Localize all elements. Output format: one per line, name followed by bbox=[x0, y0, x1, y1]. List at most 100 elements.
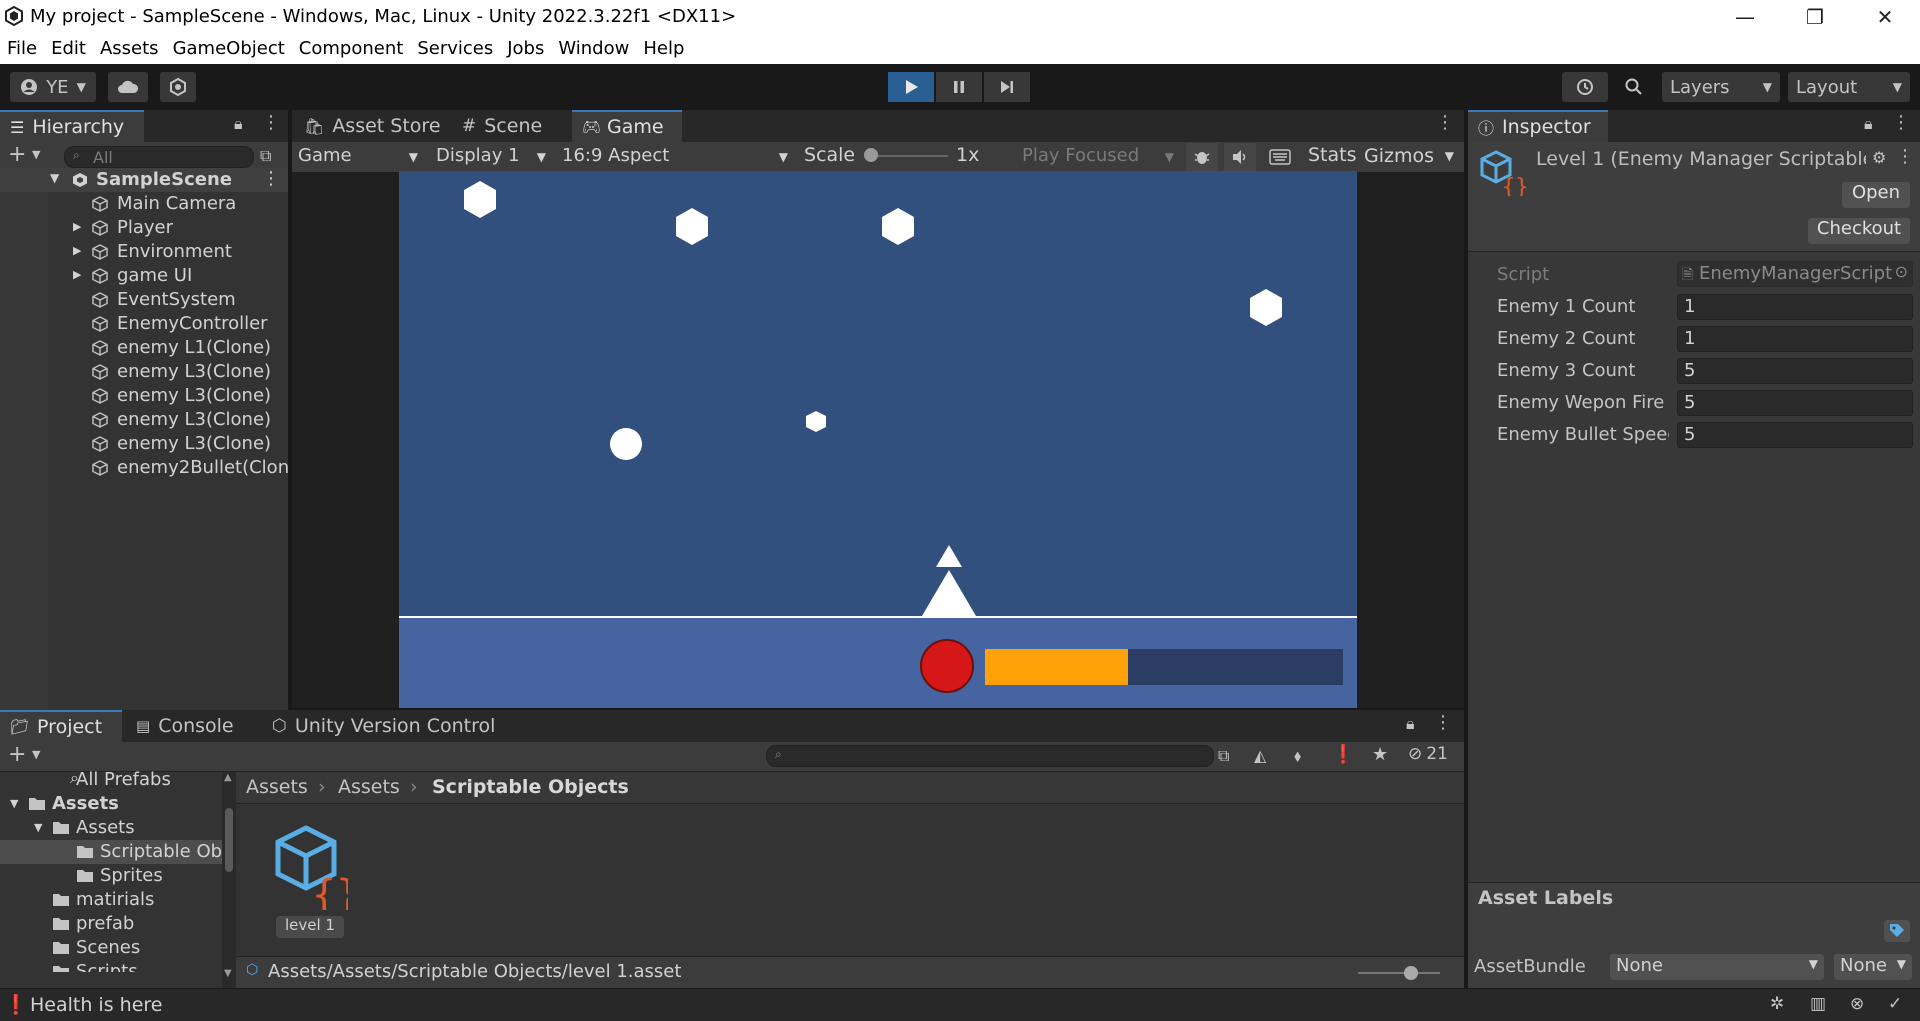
menu-assets[interactable]: Assets bbox=[93, 34, 166, 64]
tab-scene[interactable]: # Scene bbox=[452, 110, 552, 142]
hierarchy-item[interactable]: enemy L3(Clone) bbox=[0, 432, 288, 456]
close-button[interactable]: ✕ bbox=[1850, 0, 1920, 34]
check-circle-icon[interactable]: ✓ bbox=[1888, 994, 1902, 1014]
lock-icon[interactable]: 🔒︎ bbox=[1864, 114, 1873, 134]
tab-game[interactable]: 🎮︎ Game bbox=[572, 110, 682, 142]
more-options-icon[interactable]: ⋮ bbox=[262, 112, 280, 133]
cloud-button[interactable] bbox=[108, 72, 148, 102]
aspect-dropdown[interactable]: 16:9 Aspect ▼ bbox=[556, 142, 794, 172]
lock-icon[interactable]: 🔒︎ bbox=[234, 114, 243, 134]
project-folder-item[interactable]: ⌕ All Prefabs bbox=[0, 768, 222, 792]
debug-mode-icon[interactable]: ✲ bbox=[1770, 994, 1784, 1014]
scale-slider-handle[interactable] bbox=[864, 148, 878, 162]
cache-server-icon[interactable]: ▥ bbox=[1810, 994, 1826, 1014]
layout-dropdown[interactable]: Layout ▼ bbox=[1788, 72, 1910, 102]
more-options-icon[interactable]: ⋮ bbox=[262, 168, 280, 189]
icon-size-slider-handle[interactable] bbox=[1404, 966, 1418, 980]
asset-item[interactable]: {} level 1 bbox=[272, 822, 360, 938]
more-options-icon[interactable]: ⋮ bbox=[1892, 112, 1910, 133]
hierarchy-item[interactable]: ▶ Player bbox=[0, 216, 288, 240]
chevron-down-icon[interactable]: ▼ bbox=[32, 148, 40, 161]
tab-asset-store[interactable]: 🛍︎ Asset Store bbox=[294, 110, 451, 142]
menu-file[interactable]: File bbox=[0, 34, 44, 64]
scene-row[interactable]: ▼ SampleScene ⋮ bbox=[0, 168, 288, 192]
restore-button[interactable]: ❐ bbox=[1780, 0, 1850, 34]
menu-edit[interactable]: Edit bbox=[44, 34, 93, 64]
project-folder-item[interactable]: ▼ Assets bbox=[0, 792, 222, 816]
field-input[interactable]: 1 bbox=[1677, 294, 1913, 320]
tree-scrollbar[interactable]: ▲ ▼ bbox=[222, 772, 236, 988]
tab-version-control[interactable]: ⬡ Unity Version Control bbox=[262, 710, 505, 742]
hierarchy-item[interactable]: ▶ game UI bbox=[0, 264, 288, 288]
play-mode-dropdown[interactable]: Play Focused ▼ bbox=[1016, 142, 1180, 172]
field-input[interactable]: 5 bbox=[1677, 358, 1913, 384]
breadcrumb-item[interactable]: Assets bbox=[246, 776, 308, 798]
warning-filter-icon[interactable]: ❗ bbox=[1332, 744, 1354, 765]
gizmos-dropdown[interactable]: Gizmos ▼ bbox=[1358, 142, 1458, 172]
hierarchy-item[interactable]: enemy L1(Clone) bbox=[0, 336, 288, 360]
icon-size-slider[interactable] bbox=[1358, 972, 1440, 974]
status-message[interactable]: Health is here bbox=[30, 994, 162, 1016]
settings-sliders-icon[interactable]: ⚙︎ bbox=[1872, 148, 1886, 167]
stats-button[interactable]: Stats bbox=[1308, 144, 1357, 166]
chevron-right-icon[interactable]: ▶ bbox=[73, 268, 81, 281]
filter-label-icon[interactable]: ⬧ bbox=[1294, 746, 1301, 766]
breadcrumb-item[interactable]: Assets bbox=[338, 776, 400, 798]
play-button[interactable] bbox=[888, 72, 934, 102]
step-button[interactable] bbox=[984, 72, 1030, 102]
account-button[interactable]: YE ▼ bbox=[10, 72, 96, 102]
tab-console[interactable]: ▤ Console bbox=[126, 710, 244, 742]
tab-hierarchy[interactable]: ☰ Hierarchy bbox=[0, 110, 144, 142]
chevron-right-icon[interactable]: ▶ bbox=[73, 244, 81, 257]
tab-project[interactable]: 📁︎ Project bbox=[0, 710, 122, 742]
chevron-down-icon[interactable]: ▼ bbox=[10, 797, 18, 810]
more-options-icon[interactable]: ⋮ bbox=[1434, 712, 1452, 733]
more-options-icon[interactable]: ⋮ bbox=[1436, 112, 1454, 133]
hierarchy-item[interactable]: enemy L3(Clone) bbox=[0, 360, 288, 384]
mute-audio-button[interactable] bbox=[1224, 143, 1256, 171]
chevron-down-icon[interactable]: ▼ bbox=[34, 821, 42, 834]
debug-button[interactable] bbox=[1186, 143, 1218, 171]
open-button[interactable]: Open bbox=[1842, 182, 1910, 208]
assetbundle-variant-dropdown[interactable]: None ▼ bbox=[1834, 954, 1912, 980]
menu-help[interactable]: Help bbox=[636, 34, 691, 64]
tree-scrollbar-thumb[interactable] bbox=[225, 808, 233, 872]
filter-type-icon[interactable]: ◭ bbox=[1254, 746, 1266, 765]
hierarchy-item[interactable]: Main Camera bbox=[0, 192, 288, 216]
hierarchy-item[interactable]: enemy L3(Clone) bbox=[0, 384, 288, 408]
add-icon[interactable]: + bbox=[8, 142, 26, 167]
menu-jobs[interactable]: Jobs bbox=[500, 34, 551, 64]
more-options-icon[interactable]: ⋮ bbox=[1896, 146, 1914, 167]
project-folder-item[interactable]: prefab bbox=[0, 912, 222, 936]
add-icon[interactable]: + bbox=[8, 742, 26, 767]
services-button[interactable] bbox=[160, 72, 196, 102]
field-input[interactable]: 5 bbox=[1677, 390, 1913, 416]
game-view-dropdown[interactable]: Game ▼ bbox=[292, 142, 424, 172]
minimize-button[interactable]: — bbox=[1710, 0, 1780, 34]
field-input[interactable]: 5 bbox=[1677, 422, 1913, 448]
project-folder-item[interactable]: Scripts bbox=[0, 960, 222, 972]
project-folder-item[interactable]: ▼ Assets bbox=[0, 816, 222, 840]
hierarchy-item[interactable]: EventSystem bbox=[0, 288, 288, 312]
assetbundle-dropdown[interactable]: None ▼ bbox=[1610, 954, 1824, 980]
chevron-down-icon[interactable]: ▼ bbox=[32, 748, 40, 761]
shortcuts-button[interactable] bbox=[1264, 143, 1296, 171]
menu-gameobject[interactable]: GameObject bbox=[166, 34, 292, 64]
scene-visibility-icon[interactable]: ⧉ bbox=[260, 146, 271, 166]
checkout-button[interactable]: Checkout bbox=[1808, 218, 1910, 244]
menu-window[interactable]: Window bbox=[551, 34, 636, 64]
search-window-icon[interactable]: ⧉ bbox=[1218, 746, 1229, 766]
hierarchy-item[interactable]: ▶ Environment bbox=[0, 240, 288, 264]
favorite-star-icon[interactable]: ★ bbox=[1372, 744, 1388, 765]
chevron-right-icon[interactable]: ▶ bbox=[73, 220, 81, 233]
breadcrumb-item[interactable]: Scriptable Objects bbox=[432, 776, 629, 798]
asset-label-button[interactable] bbox=[1884, 920, 1910, 942]
lock-icon[interactable]: 🔒︎ bbox=[1406, 714, 1415, 734]
project-folder-item[interactable]: matirials bbox=[0, 888, 222, 912]
network-icon[interactable]: ⊗ bbox=[1850, 994, 1864, 1014]
tab-inspector[interactable]: ⓘ Inspector bbox=[1468, 110, 1608, 142]
game-viewport[interactable] bbox=[399, 171, 1357, 708]
pause-button[interactable] bbox=[936, 72, 982, 102]
project-folder-item[interactable]: Scenes bbox=[0, 936, 222, 960]
chevron-down-icon[interactable]: ▼ bbox=[50, 171, 59, 185]
